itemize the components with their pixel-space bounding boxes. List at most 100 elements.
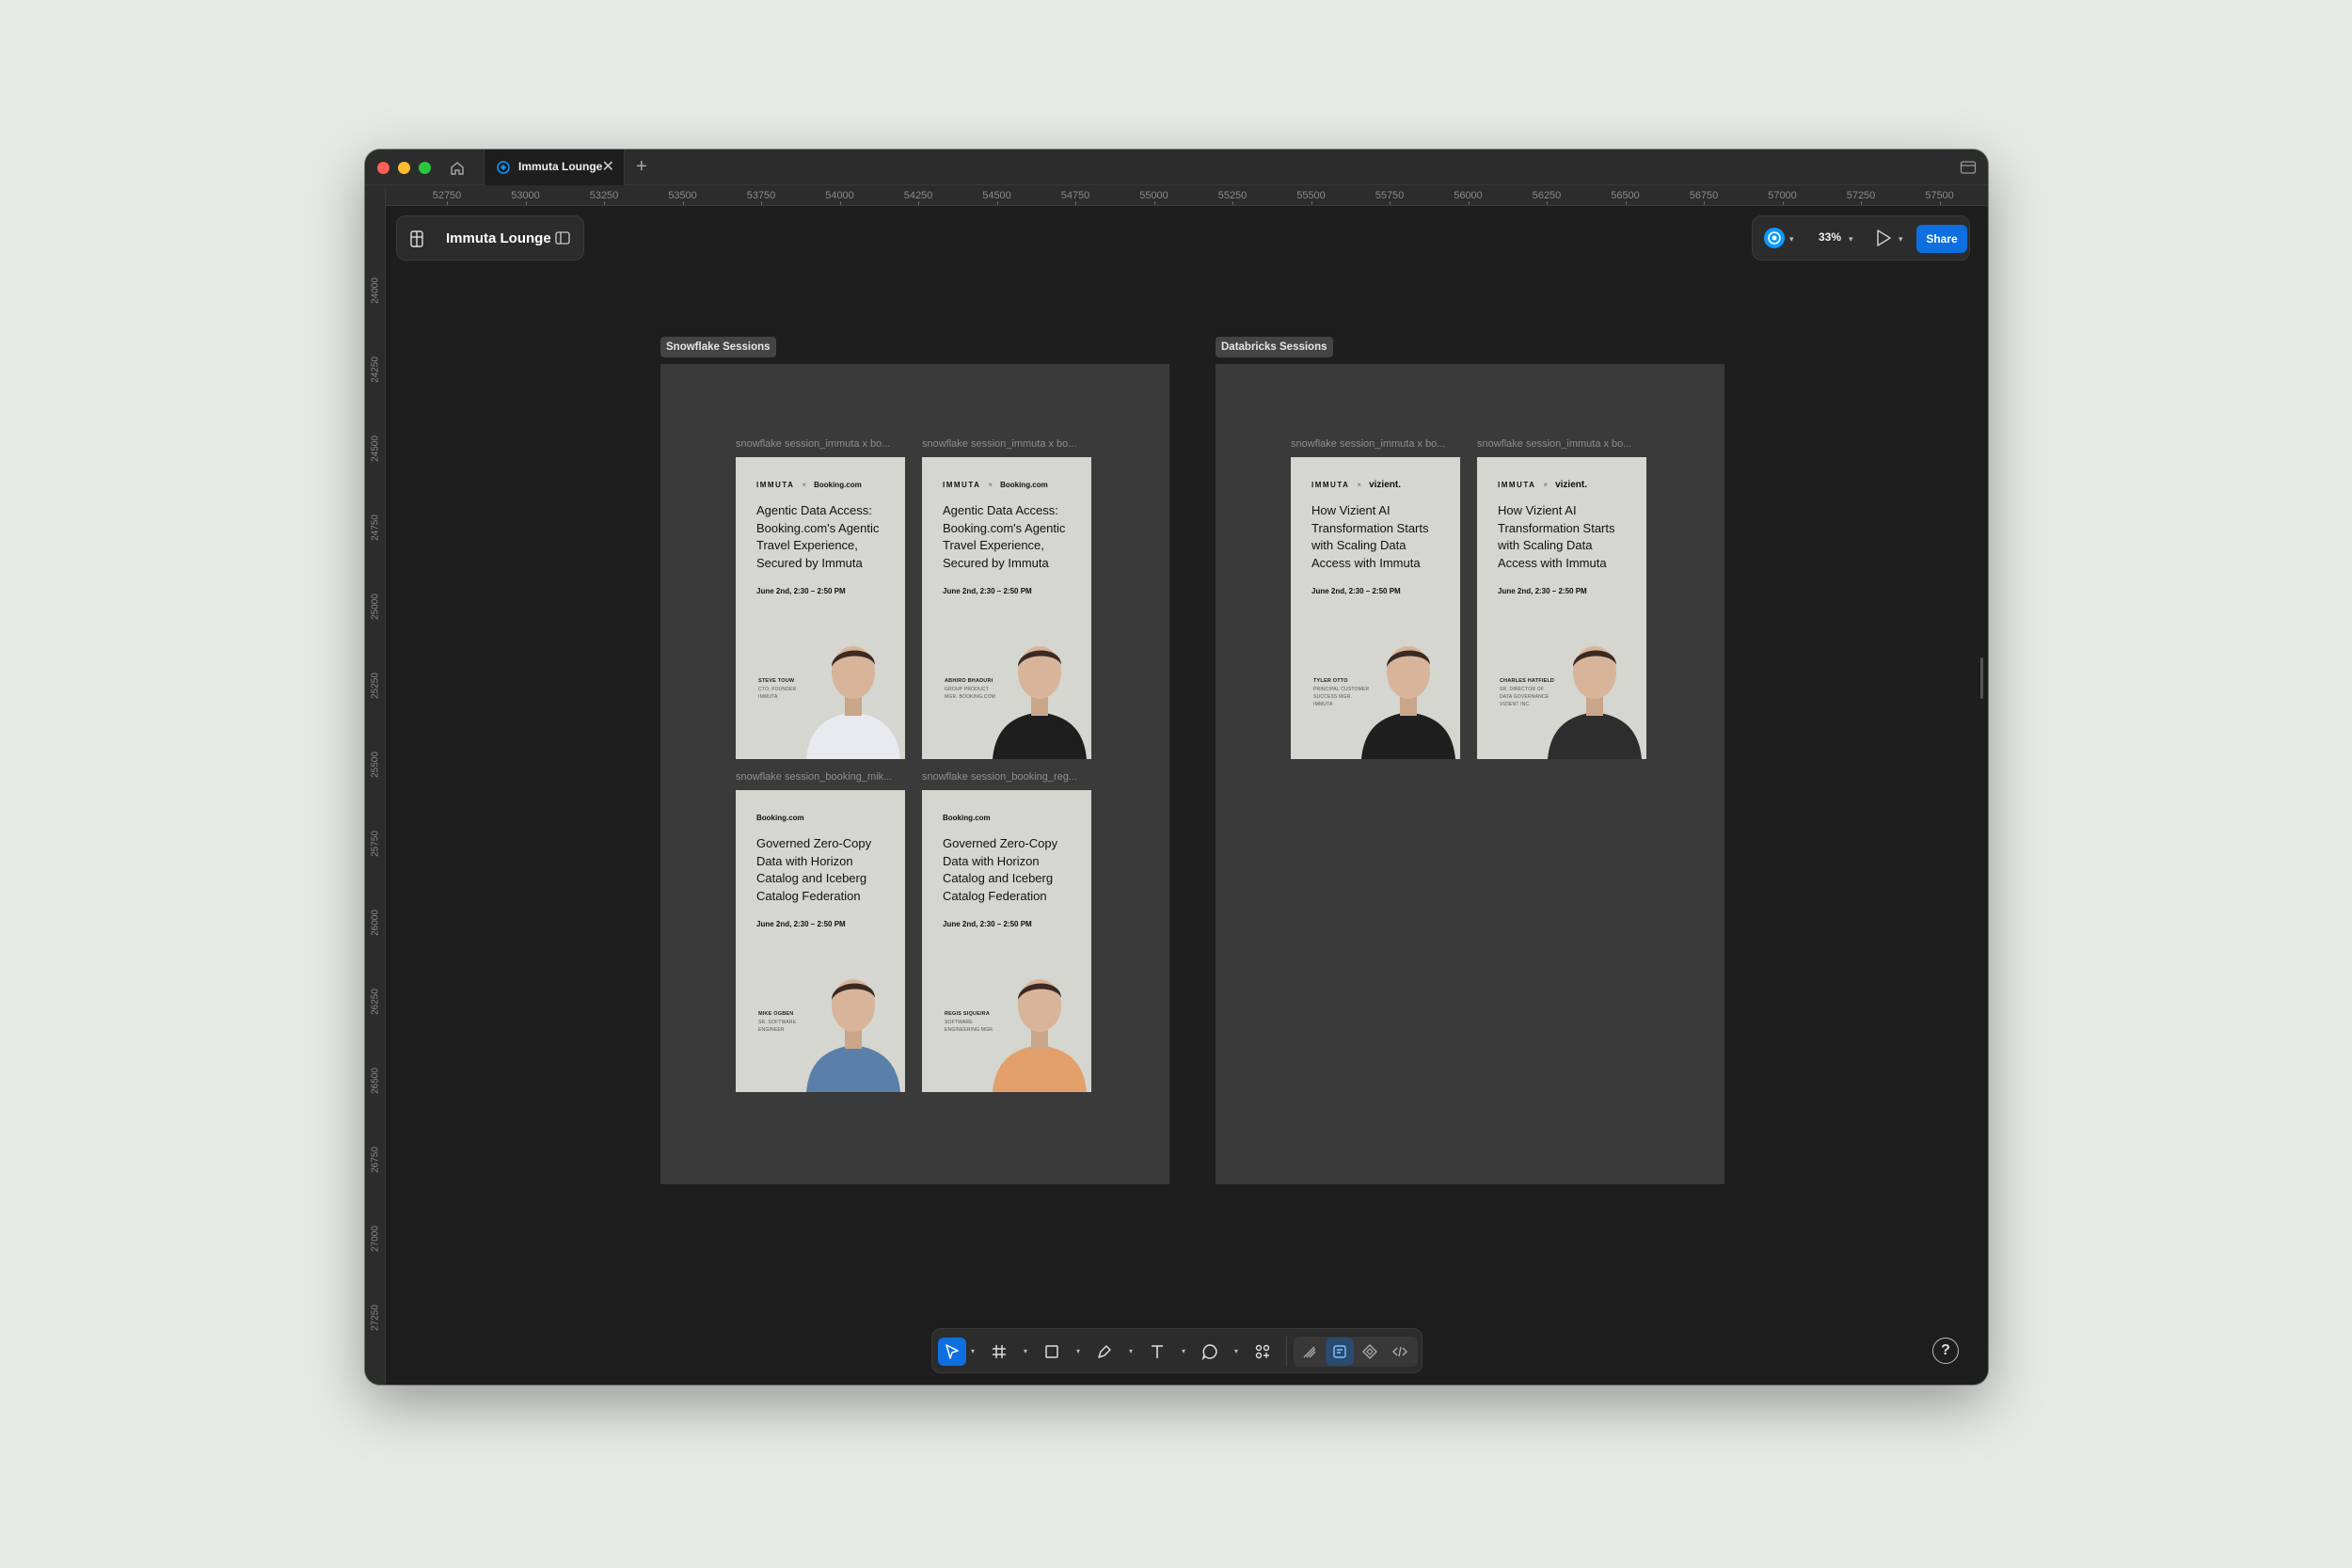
frame-name-label[interactable]: snowflake session_booking_mik... <box>736 771 905 783</box>
pen-tool-button[interactable] <box>1090 1338 1119 1366</box>
immuta-logo: IMMUTA <box>756 480 795 489</box>
partner-logo: vizient. <box>1555 479 1587 490</box>
design-icon <box>1333 1345 1346 1358</box>
ruler-tick <box>525 201 527 205</box>
comment-tool-button[interactable] <box>1196 1338 1224 1366</box>
frame-hash-icon <box>993 1345 1006 1358</box>
session-card[interactable]: IMMUTA × vizient. How Vizient AI Transforma… <box>1291 457 1460 759</box>
vertical-scrollbar[interactable] <box>1980 657 1983 699</box>
file-name[interactable]: Immuta Lounge <box>446 230 551 246</box>
text-tool-button[interactable] <box>1143 1338 1171 1366</box>
share-button[interactable]: Share <box>1916 225 1967 253</box>
chevron-down-icon[interactable]: ▾ <box>1129 1347 1133 1355</box>
tab-immuta-lounge[interactable]: Immuta Lounge ✕ <box>484 150 625 185</box>
help-button[interactable]: ? <box>1932 1338 1959 1364</box>
session-card[interactable]: Booking.com Governed Zero-Copy Data with … <box>736 790 905 1092</box>
brand-logos: Booking.com <box>756 813 804 822</box>
figma-file-icon <box>497 161 510 174</box>
frame-name-label[interactable]: snowflake session_immuta x bo... <box>736 438 905 450</box>
ruler-tick-label: 55000 <box>1139 190 1168 201</box>
session-card[interactable]: IMMUTA × vizient. How Vizient AI Transforma… <box>1477 457 1646 759</box>
section-label-snowflake[interactable]: Snowflake Sessions <box>660 337 776 357</box>
chevron-down-icon[interactable]: ▾ <box>1234 1347 1238 1355</box>
chevron-down-icon[interactable]: ▾ <box>971 1347 975 1355</box>
session-card[interactable]: IMMUTA × Booking.com Agentic Data Access: B… <box>922 457 1091 759</box>
ruler-tick-label: 55500 <box>1296 190 1326 201</box>
brand-logos: IMMUTA × vizient. <box>1498 479 1587 490</box>
tab-bar: Immuta Lounge ✕ + <box>365 150 1988 185</box>
frame-tool-button[interactable] <box>985 1338 1013 1366</box>
window-layout-icon[interactable] <box>1960 160 1977 175</box>
cross-sign: × <box>1543 480 1549 489</box>
prototype-mode-button[interactable] <box>1356 1338 1384 1366</box>
ruler-tick <box>1861 201 1862 205</box>
close-tab-icon[interactable]: ✕ <box>602 158 614 177</box>
session-card[interactable]: IMMUTA × Booking.com Agentic Data Access: B… <box>736 457 905 759</box>
chevron-down-icon[interactable]: ▾ <box>1182 1347 1185 1355</box>
frame-name-label[interactable]: snowflake session_immuta x bo... <box>1477 438 1646 450</box>
session-date: June 2nd, 2:30 – 2:50 PM <box>943 587 1032 595</box>
chevron-down-icon[interactable]: ▾ <box>1849 234 1853 245</box>
shape-tool-button[interactable] <box>1038 1338 1066 1366</box>
comment-icon <box>1201 1344 1217 1360</box>
ruler-tick-label: 53500 <box>668 190 697 201</box>
zoom-level[interactable]: 33% <box>1819 230 1841 244</box>
chevron-down-icon[interactable]: ▾ <box>1076 1347 1080 1355</box>
close-window-button[interactable] <box>377 162 389 174</box>
text-icon <box>1152 1345 1163 1358</box>
move-tool-button[interactable] <box>938 1338 966 1366</box>
cross-sign: × <box>1357 480 1362 489</box>
minimize-window-button[interactable] <box>398 162 410 174</box>
session-title: Governed Zero-Copy Data with Horizon Cat… <box>756 836 872 903</box>
canvas[interactable] <box>387 207 1988 1385</box>
speaker-name: MIKE OGBEN <box>758 1011 794 1017</box>
ruler-tick-label: 26000 <box>370 910 381 936</box>
design-mode-button[interactable] <box>1326 1338 1354 1366</box>
figma-logo-icon[interactable] <box>410 230 423 247</box>
session-title: How Vizient AI Transformation Starts wit… <box>1311 503 1429 570</box>
immuta-logo: IMMUTA <box>1498 480 1536 489</box>
session-title: How Vizient AI Transformation Starts wit… <box>1498 503 1615 570</box>
speaker-photo <box>806 979 900 1092</box>
ruler-tick <box>918 201 919 205</box>
file-menu-box[interactable]: Immuta Lounge <box>396 215 584 261</box>
frame-name-label[interactable]: snowflake session_immuta x bo... <box>1291 438 1460 450</box>
ruler-tick-label: 27000 <box>370 1226 381 1252</box>
section-label-databricks[interactable]: Databricks Sessions <box>1216 337 1333 357</box>
ruler-tick-label: 54500 <box>982 190 1011 201</box>
ruler-tick-label: 24250 <box>370 356 381 383</box>
chevron-down-icon[interactable]: ▾ <box>1789 234 1794 245</box>
session-date: June 2nd, 2:30 – 2:50 PM <box>1498 587 1587 595</box>
ruler-tick-label: 26250 <box>370 989 381 1015</box>
ruler-tick <box>1232 201 1233 205</box>
brand-logos: Booking.com <box>943 813 991 822</box>
ruler-tick-label: 53750 <box>746 190 776 201</box>
speaker-photo <box>806 646 900 759</box>
frame-name-label[interactable]: snowflake session_immuta x bo... <box>922 438 1091 450</box>
actions-tool-button[interactable] <box>1248 1338 1277 1366</box>
toggle-sidebar-icon[interactable] <box>555 231 570 245</box>
partner-logo: vizient. <box>1369 479 1401 490</box>
maximize-window-button[interactable] <box>419 162 431 174</box>
frame-name-label[interactable]: snowflake session_booking_reg... <box>922 771 1091 783</box>
ruler-tick <box>996 201 998 205</box>
draw-mode-button[interactable] <box>1295 1338 1324 1366</box>
ruler-tick-label: 25000 <box>370 594 381 620</box>
chevron-down-icon[interactable]: ▾ <box>1024 1347 1027 1355</box>
session-card[interactable]: Booking.com Governed Zero-Copy Data with … <box>922 790 1091 1092</box>
components-icon <box>1255 1344 1270 1359</box>
new-tab-icon[interactable]: + <box>636 156 647 177</box>
partner-logo: Booking.com <box>943 813 991 822</box>
session-date: June 2nd, 2:30 – 2:50 PM <box>756 920 846 928</box>
dev-mode-button[interactable] <box>1386 1338 1414 1366</box>
multiplayer-avatar-icon[interactable] <box>1764 228 1785 248</box>
present-play-icon[interactable] <box>1875 229 1892 247</box>
partner-logo: Booking.com <box>1000 480 1048 489</box>
speaker-name: ABHIRO BHADURI <box>945 678 993 684</box>
session-date: June 2nd, 2:30 – 2:50 PM <box>756 587 846 595</box>
ruler-tick <box>1153 201 1155 205</box>
chevron-down-icon[interactable]: ▾ <box>1899 234 1903 245</box>
ruler-tick <box>1625 201 1627 205</box>
app-window: Immuta Lounge ✕ + 52750 53000 53250 53500 53… <box>365 150 1988 1385</box>
home-icon[interactable] <box>448 159 467 178</box>
